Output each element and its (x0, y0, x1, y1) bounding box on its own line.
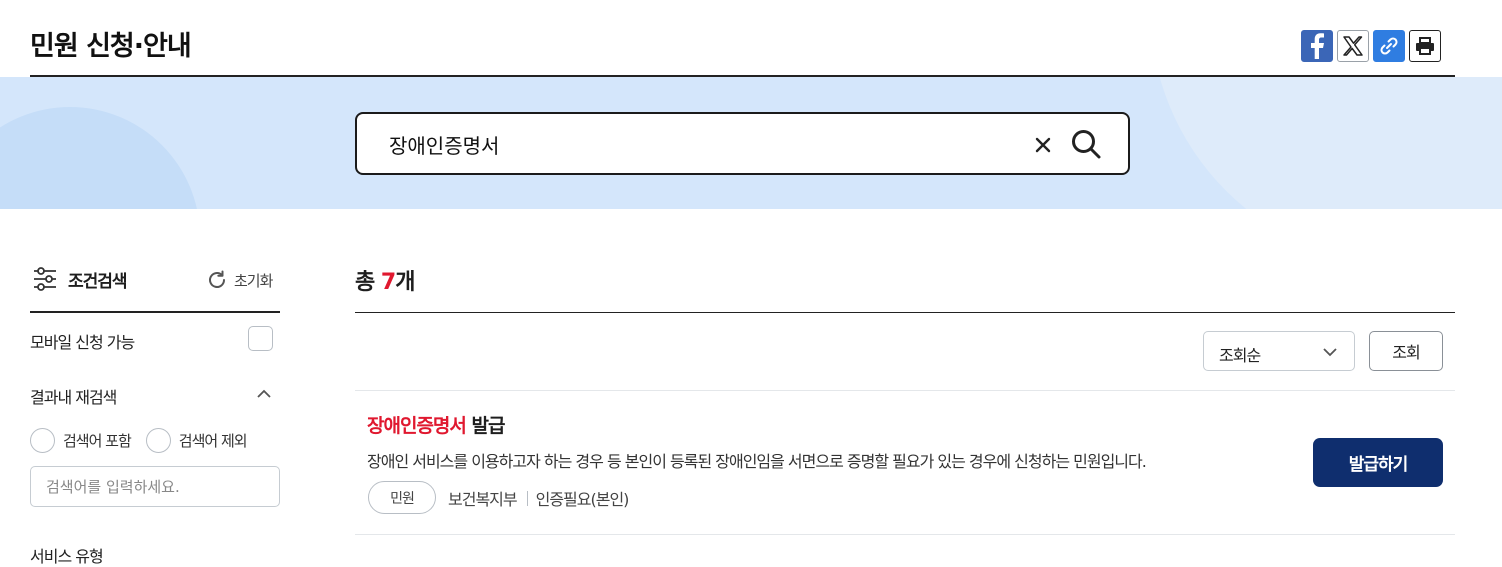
result-item-auth: 인증필요(본인) (535, 490, 630, 509)
result-item-agency: 보건복지부 (448, 490, 518, 509)
decorative-circle (0, 107, 200, 209)
result-item-description: 장애인 서비스를 이용하고자 하는 경우 등 본인이 등록된 장애인임을 서면으… (367, 452, 1147, 471)
meta-separator (526, 490, 528, 506)
decorative-circle (1150, 77, 1502, 209)
search-icon[interactable] (1070, 128, 1102, 160)
search-input[interactable] (387, 129, 1007, 159)
filter-title: 조건검색 (32, 266, 128, 292)
refresh-icon (209, 270, 225, 288)
facebook-share-button[interactable] (1301, 30, 1333, 62)
radio-circle[interactable] (30, 428, 55, 453)
refine-search-input[interactable] (30, 466, 280, 507)
sliders-icon (34, 267, 56, 291)
issue-button[interactable]: 발급하기 (1313, 438, 1443, 487)
link-icon (1380, 37, 1398, 55)
x-share-button[interactable] (1337, 30, 1369, 62)
view-button[interactable]: 조회 (1369, 331, 1443, 371)
radio-exclude-label: 검색어 제외 (178, 432, 248, 450)
reset-button[interactable]: 초기화 (206, 269, 273, 291)
print-button[interactable] (1409, 30, 1441, 62)
results-list-divider (355, 390, 1455, 391)
x-twitter-icon (1343, 36, 1363, 56)
close-icon[interactable] (1033, 135, 1053, 155)
mobile-filter-label: 모바일 신청 가능 (30, 333, 135, 352)
mobile-filter-row: 모바일 신청 가능 (30, 326, 275, 352)
refine-mode-radios: 검색어 포함 검색어 제외 (30, 428, 262, 453)
radio-include-label: 검색어 포함 (63, 432, 132, 450)
sort-select-value: 조회순 (1219, 346, 1261, 365)
result-item-divider (355, 534, 1455, 535)
results-divider (355, 312, 1455, 313)
refine-label: 결과내 재검색 (30, 388, 117, 407)
sidebar-divider (30, 311, 280, 313)
facebook-icon (1311, 33, 1324, 59)
result-item-title[interactable]: 장애인증명서 발급 (367, 411, 506, 438)
page-title: 민원 신청·안내 (30, 31, 192, 62)
reset-label: 초기화 (234, 271, 273, 290)
results-count: 7 (380, 270, 396, 295)
mobile-filter-checkbox[interactable] (248, 326, 273, 351)
print-icon (1416, 37, 1434, 55)
radio-include[interactable]: 검색어 포함 (30, 428, 132, 453)
service-type-label[interactable]: 서비스 유형 (30, 543, 104, 567)
share-bar (1301, 30, 1441, 62)
refine-toggle[interactable]: 결과내 재검색 (30, 382, 275, 408)
result-item-tag: 민원 (368, 481, 436, 514)
chevron-down-icon (1323, 348, 1337, 357)
radio-exclude[interactable]: 검색어 제외 (145, 428, 248, 453)
results-total: 총 7개 (355, 270, 415, 295)
copy-link-button[interactable] (1373, 30, 1405, 62)
radio-circle[interactable] (145, 428, 171, 453)
search-band (0, 77, 1502, 209)
search-box (355, 112, 1130, 175)
result-title-highlight: 장애인증명서 (367, 415, 467, 437)
result-title-rest: 발급 (465, 415, 506, 437)
chevron-up-icon (257, 389, 271, 398)
filter-title-label: 조건검색 (68, 271, 128, 292)
result-item-meta: 보건복지부 인증필요(본인) (448, 486, 630, 510)
sort-select[interactable]: 조회순 (1203, 331, 1355, 371)
